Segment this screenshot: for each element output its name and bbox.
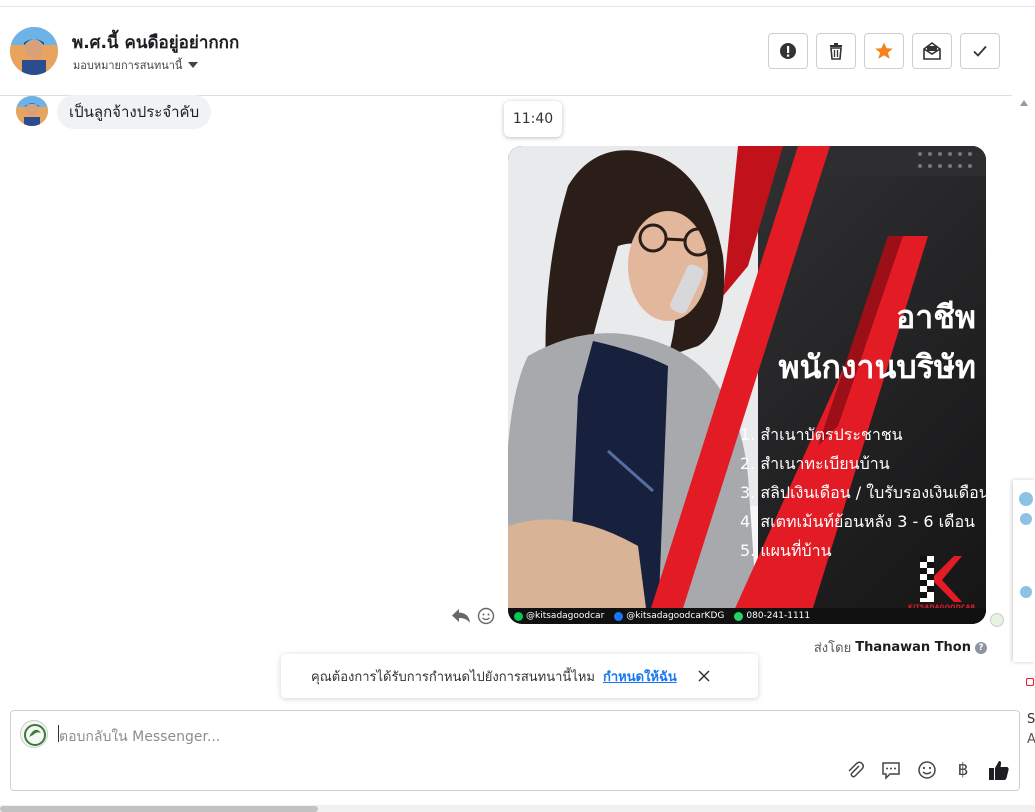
message-tools [451,607,495,625]
phone-contact: 080-241-1111 [734,611,810,621]
sent-by-info: ส่งโดย Thanawan Thon ? [814,637,987,658]
sender-avatar [16,96,48,126]
assign-dropdown[interactable]: มอบหมายการสนทนานี้ [73,56,199,74]
side-text: S [1027,712,1035,727]
chevron-down-icon [188,62,199,68]
ad-document-list: 1. สำเนาบัตรประชาชน 2. สำเนาทะเบียนบ้าน … [740,420,986,565]
incoming-message-bubble[interactable]: เป็นลูกจ้างประจำคับ [57,95,212,129]
sent-by-prefix: ส่งโดย [813,641,852,656]
ad-list-item: 1. สำเนาบัตรประชาชน [740,425,903,444]
assign-to-me-banner: คุณต้องการได้รับการกำหนดไปยังการสนทนานี้… [281,654,758,698]
like-icon[interactable] [987,758,1011,782]
close-icon[interactable] [697,669,711,683]
line-contact: @kitsadagoodcar [514,611,604,621]
side-status-icon [1026,678,1034,686]
side-avatar[interactable] [1019,492,1033,506]
assign-to-me-link[interactable]: กำหนดให้ฉัน [603,666,677,687]
ad-list-item: 4. สเตทเม้นท์ย้อนหลัง 3 - 6 เดือน [740,512,975,531]
message-timestamp-tooltip: 11:40 [504,101,562,137]
contact-name[interactable]: พ.ศ.นี้ คนดือยู่อย่ากกก [72,29,239,56]
assign-banner-text: คุณต้องการได้รับการกำหนดไปยังการสนทนานี้… [311,669,595,685]
assign-label: มอบหมายการสนทนานี้ [73,59,183,72]
side-avatar[interactable] [1020,513,1032,525]
reply-input[interactable]: ตอบกลับใน Messenger... [59,726,220,748]
outgoing-image-message[interactable]: อาชีพ พนักงานบริษัท 1. สำเนาบัตรประชาชน … [508,146,986,624]
attach-icon[interactable] [843,758,867,782]
line-icon [514,611,523,621]
exclamation-circle-icon [780,43,796,59]
ad-heading-career: อาชีพ [896,298,976,336]
brand-logo [920,556,962,602]
page-avatar [20,720,48,748]
reply-composer: ตอบกลับใน Messenger... ฿ [10,710,1020,791]
sent-by-name: Thanawan Thon [855,640,971,655]
reply-icon[interactable] [451,607,471,625]
report-spam-button[interactable] [768,33,808,69]
side-avatar[interactable] [1020,586,1032,598]
envelope-open-icon [923,42,941,60]
right-side-panel: S A [1012,480,1035,810]
star-button[interactable] [864,33,904,69]
ad-heading-employee: พนักงานบริษัท [778,348,977,386]
inbox-conversation-view: พ.ศ.นี้ คนดือยู่อย่ากกก มอบหมายการสนทนาน… [0,0,1035,812]
conversation-header: พ.ศ.นี้ คนดือยู่อย่ากกก มอบหมายการสนทนาน… [0,8,1012,96]
composer-tools: ฿ [843,758,1011,782]
payment-icon[interactable]: ฿ [951,758,975,782]
emoji-icon[interactable] [915,758,939,782]
facebook-icon [614,611,624,621]
mark-done-button[interactable] [960,33,1000,69]
read-receipt-avatar [990,613,1004,627]
ad-list-item: 2. สำเนาทะเบียนบ้าน [740,454,890,473]
side-text: A [1027,732,1035,747]
side-card [1013,480,1035,662]
top-divider [0,0,1035,7]
trash-icon [830,43,842,60]
help-icon[interactable]: ? [975,641,987,654]
mark-unread-button[interactable] [912,33,952,69]
saved-reply-icon[interactable] [879,758,903,782]
facebook-contact: @kitsadagoodcarKDG [614,611,724,621]
phone-icon [734,611,744,621]
ad-list-item: 3. สลิปเงินเดือน / ใบรับรองเงินเดือน [740,483,986,502]
contact-avatar[interactable] [10,27,58,75]
ad-contact-footer: @kitsadagoodcar @kitsadagoodcarKDG 080-2… [508,608,986,624]
star-icon [875,42,893,59]
react-emoji-icon[interactable] [477,607,495,625]
check-icon [973,45,987,57]
scroll-up-arrow[interactable] [1020,100,1028,106]
delete-button[interactable] [816,33,856,69]
header-actions [768,33,1000,69]
horizontal-scrollbar[interactable] [0,806,318,812]
